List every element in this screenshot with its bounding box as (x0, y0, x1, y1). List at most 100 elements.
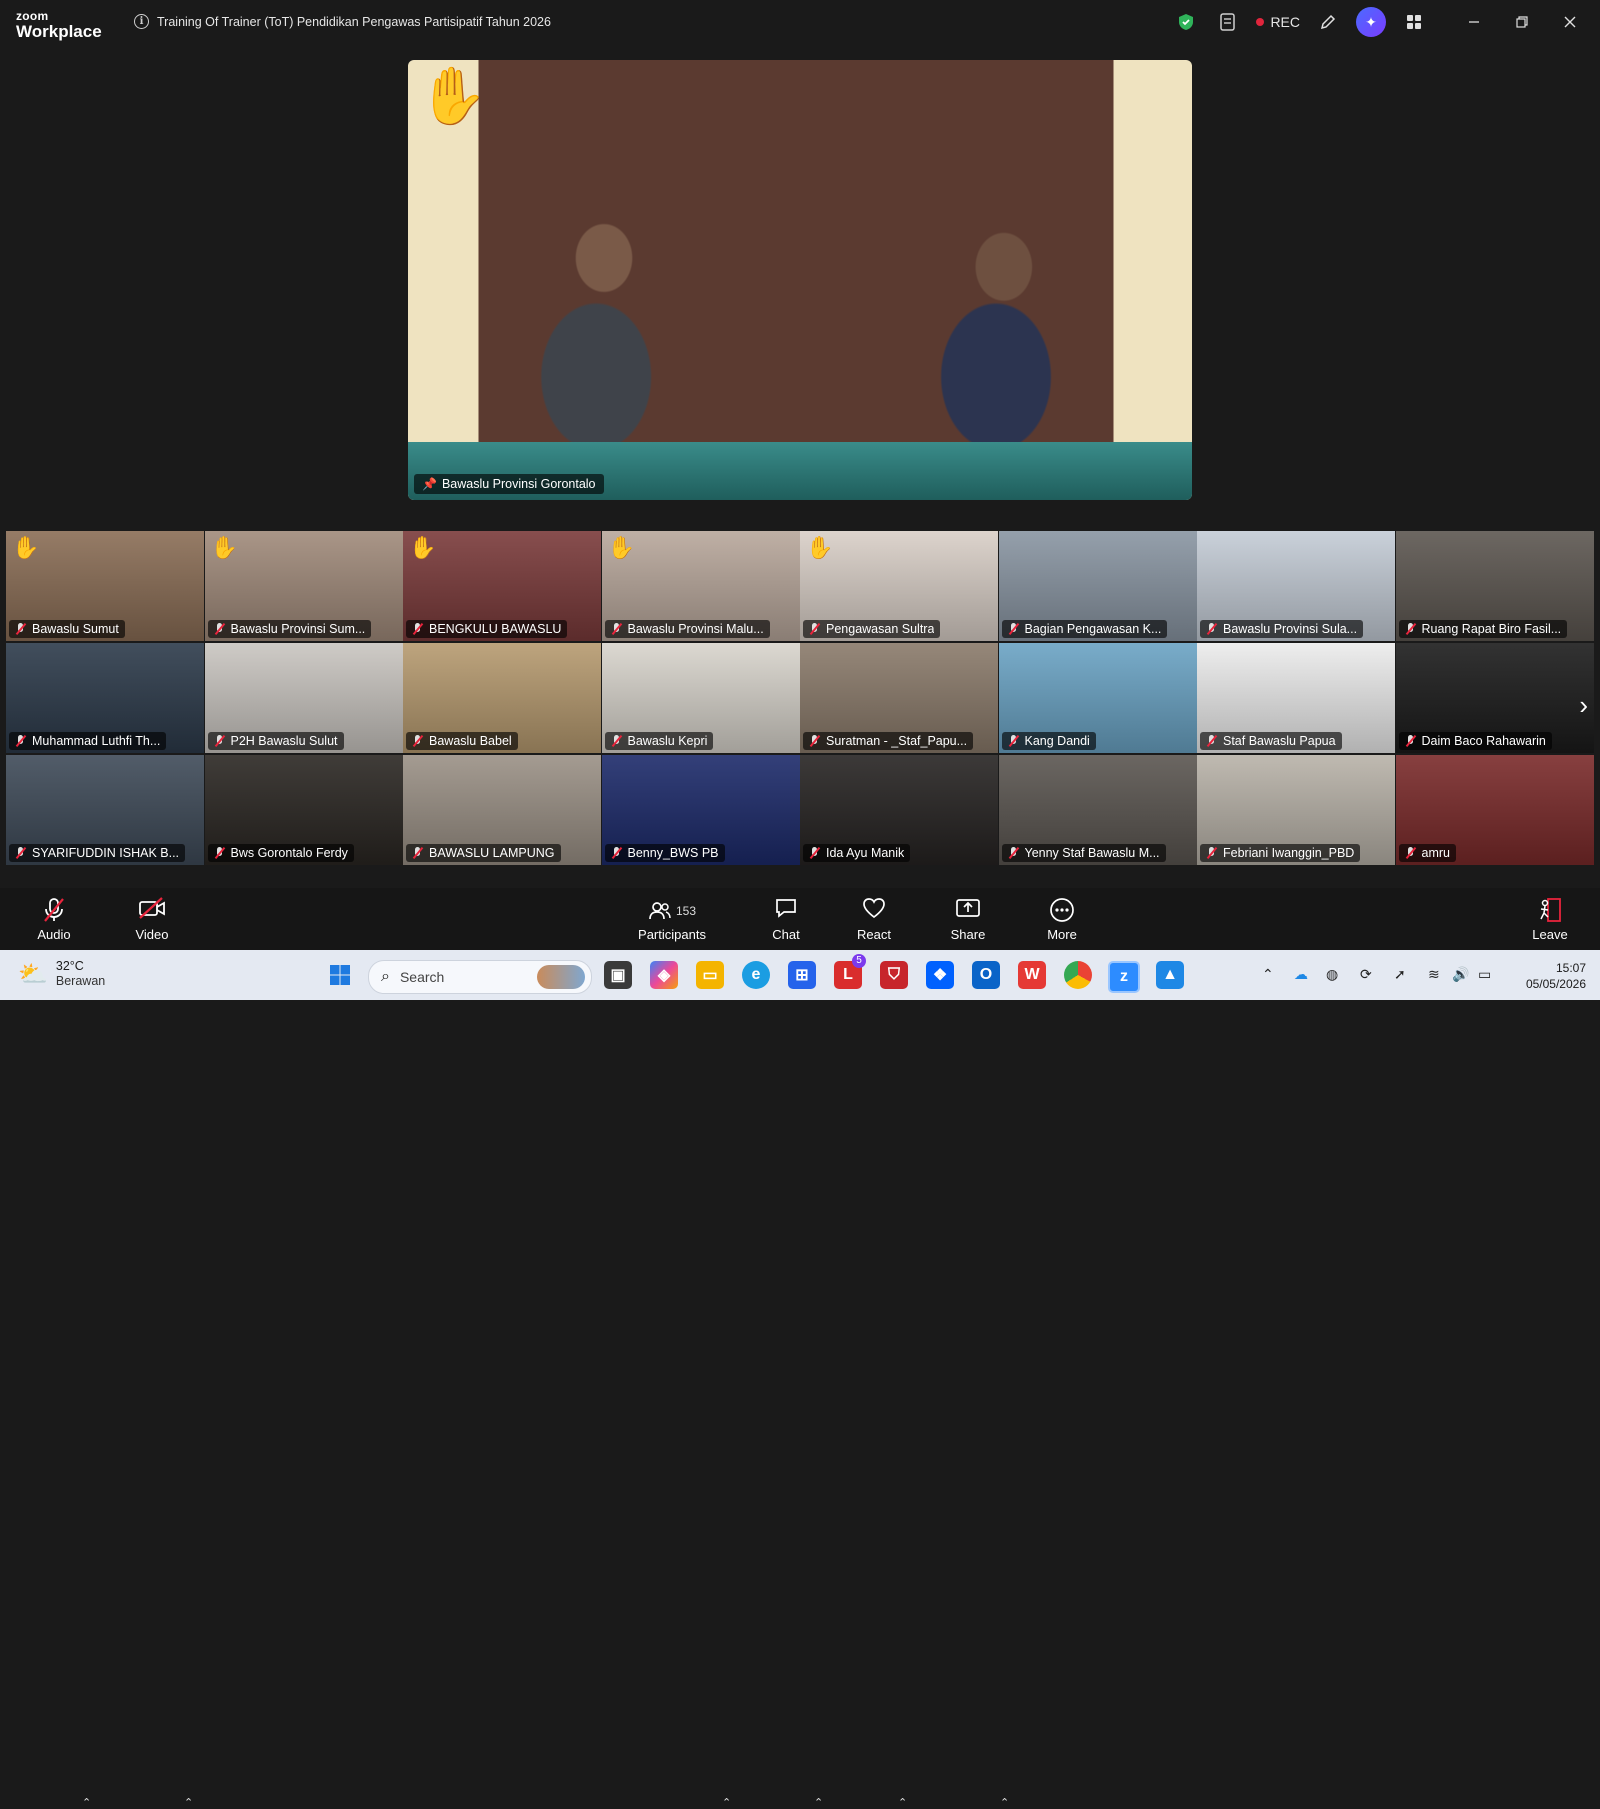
audio-button[interactable]: Audio (30, 888, 78, 950)
participant-name: SYARIFUDDIN ISHAK B... (32, 846, 180, 860)
participant-tile[interactable]: ✋ Bawaslu Provinsi Sum... (204, 531, 403, 641)
mic-muted-icon (611, 735, 623, 747)
ai-companion-button[interactable]: ✦ (1356, 7, 1386, 37)
notes-icon[interactable] (1214, 8, 1242, 36)
ai-sparkle-icon: ✦ (1356, 7, 1386, 37)
wifi-icon[interactable]: ≋ (1428, 966, 1440, 983)
record-dot-icon (1256, 18, 1265, 26)
task-view-icon[interactable]: ▣ (604, 961, 632, 989)
participant-tile[interactable]: Kang Dandi (998, 643, 1197, 753)
microsoft-store-icon[interactable]: ⊞ (788, 961, 816, 989)
participant-tile[interactable]: Ida Ayu Manik (800, 755, 998, 865)
active-speaker-video[interactable]: ✋ 📌 Bawaslu Provinsi Gorontalo (408, 60, 1192, 500)
more-button[interactable]: More (1038, 888, 1086, 950)
system-clock[interactable]: 15:07 05/05/2026 (1526, 960, 1586, 992)
participant-name: Febriani Iwanggin_PBD (1223, 846, 1355, 860)
share-screen-icon (955, 897, 981, 925)
share-caret-icon[interactable]: ⌃ (1000, 1796, 1009, 1809)
participant-tile[interactable]: Bws Gorontalo Ferdy (204, 755, 403, 865)
raised-hand-icon: ✋ (409, 535, 437, 560)
copilot-icon[interactable]: ◈ (650, 961, 678, 989)
next-page-chevron-icon[interactable]: › (1579, 690, 1588, 721)
sync-icon[interactable]: ⟳ (1360, 966, 1372, 983)
participant-tile[interactable]: ✋ BENGKULU BAWASLU (403, 531, 601, 641)
participant-tile[interactable]: Febriani Iwanggin_PBD (1197, 755, 1395, 865)
weather-widget[interactable]: ⛅ 32°C Berawan (18, 959, 105, 989)
audio-options-caret-icon[interactable]: ⌃ (82, 1796, 91, 1809)
volume-icon[interactable]: 🔊 (1452, 966, 1469, 983)
shield-app-icon[interactable]: ⛉ (880, 961, 908, 989)
zoom-app-icon[interactable]: z (1108, 961, 1140, 993)
mic-muted-icon (1008, 847, 1020, 859)
video-button[interactable]: Video (128, 888, 176, 950)
participant-tile[interactable]: Benny_BWS PB (601, 755, 800, 865)
clock-date: 05/05/2026 (1525, 977, 1586, 991)
video-options-caret-icon[interactable]: ⌃ (184, 1796, 193, 1809)
dropbox-icon[interactable]: ❖ (926, 961, 954, 989)
participant-tile[interactable]: Yenny Staf Bawaslu M... (998, 755, 1197, 865)
chat-caret-icon[interactable]: ⌃ (814, 1796, 823, 1809)
participant-tile[interactable]: Daim Baco Rahawarin (1395, 643, 1594, 753)
participant-tile[interactable]: Bawaslu Provinsi Sula... (1197, 531, 1395, 641)
participant-tile[interactable]: Suratman - _Staf_Papu... (800, 643, 998, 753)
participant-tile[interactable]: Muhammad Luthfi Th... (6, 643, 204, 753)
participant-tile[interactable]: Ruang Rapat Biro Fasil... (1395, 531, 1594, 641)
mic-muted-icon (15, 735, 27, 747)
participant-tile[interactable]: ✋ Pengawasan Sultra (800, 531, 998, 641)
close-button[interactable] (1556, 8, 1584, 36)
react-button[interactable]: React (850, 888, 898, 950)
photos-app-icon[interactable]: ▲ (1156, 961, 1184, 989)
share-button[interactable]: Share (944, 888, 992, 950)
clock-time: 15:07 (1555, 961, 1586, 975)
windows-start-icon[interactable] (326, 961, 354, 989)
participants-caret-icon[interactable]: ⌃ (722, 1796, 731, 1809)
participant-tile[interactable]: ✋ Bawaslu Provinsi Malu... (601, 531, 800, 641)
recording-indicator[interactable]: REC (1256, 8, 1300, 36)
restore-button[interactable] (1508, 8, 1536, 36)
participant-tile[interactable]: ✋ Bawaslu Sumut (6, 531, 204, 641)
participant-name-tag: Bawaslu Provinsi Malu... (604, 620, 770, 638)
participant-tile[interactable]: Bawaslu Babel (403, 643, 601, 753)
shield-icon[interactable] (1172, 8, 1200, 36)
tray-chevron-up-icon[interactable]: ⌃ (1262, 966, 1274, 983)
react-caret-icon[interactable]: ⌃ (898, 1796, 907, 1809)
participants-count: 153 (675, 903, 697, 918)
wps-office-icon[interactable]: W (1018, 961, 1046, 989)
raised-hand-icon: ✋ (418, 64, 488, 127)
file-explorer-icon[interactable]: ▭ (696, 961, 724, 989)
participant-name-tag: Bagian Pengawasan K... (1001, 620, 1168, 638)
participant-tile[interactable]: amru (1395, 755, 1594, 865)
minimize-button[interactable] (1460, 8, 1488, 36)
leave-button[interactable]: Leave (1526, 888, 1574, 950)
participant-name-tag: Bawaslu Kepri (604, 732, 714, 750)
location-icon[interactable]: ➚ (1394, 966, 1406, 983)
participant-name-tag: Pengawasan Sultra (803, 620, 941, 638)
chat-button[interactable]: Chat (762, 888, 810, 950)
participant-name-tag: Bawaslu Provinsi Sula... (1200, 620, 1364, 638)
participant-tile[interactable]: Bawaslu Kepri (601, 643, 800, 753)
participant-tile[interactable]: Staf Bawaslu Papua (1197, 643, 1395, 753)
participant-name-tag: Bws Gorontalo Ferdy (207, 844, 354, 862)
chrome-icon[interactable] (1064, 961, 1092, 989)
participant-name-tag: Ruang Rapat Biro Fasil... (1398, 620, 1568, 638)
participant-tile[interactable]: P2H Bawaslu Sulut (204, 643, 403, 753)
meeting-toolbar: Audio ⌃ Video ⌃ 153 Participants ⌃ Chat … (0, 888, 1600, 1809)
onedrive-cloud-icon[interactable]: ☁ (1294, 966, 1308, 983)
network-error-icon[interactable]: ◍ (1326, 966, 1338, 983)
mic-muted-icon (214, 847, 226, 859)
outlook-icon[interactable]: O (972, 961, 1000, 989)
meeting-title: Training Of Trainer (ToT) Pendidikan Pen… (157, 14, 551, 29)
battery-icon[interactable]: ▭ (1478, 966, 1491, 983)
apps-grid-icon[interactable] (1400, 8, 1428, 36)
participant-tile[interactable]: BAWASLU LAMPUNG (403, 755, 601, 865)
taskbar-search-box[interactable]: ⌕ Search (368, 960, 592, 994)
participant-tile[interactable]: SYARIFUDDIN ISHAK B... (6, 755, 204, 865)
annotate-pen-icon[interactable] (1314, 8, 1342, 36)
participants-button[interactable]: 153 Participants (632, 888, 712, 950)
more-label: More (1047, 926, 1077, 942)
mic-muted-icon (214, 623, 226, 635)
info-icon[interactable]: i (134, 14, 149, 29)
participant-tile[interactable]: Bagian Pengawasan K... (998, 531, 1197, 641)
participant-name-tag: Staf Bawaslu Papua (1200, 732, 1342, 750)
edge-browser-icon[interactable]: e (742, 961, 770, 989)
